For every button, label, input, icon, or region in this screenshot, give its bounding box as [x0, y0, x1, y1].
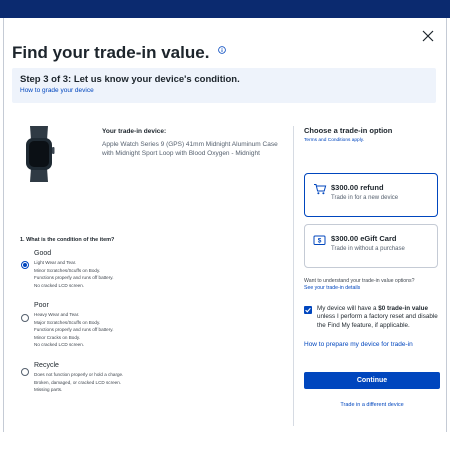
detail-line: Minor Cracks on Body. [34, 334, 81, 340]
detail-line: Major Scratches/Scuffs on Body. [34, 319, 101, 325]
info-icon[interactable] [218, 46, 226, 54]
device-name: Apple Watch Series 9 (GPS) 41mm Midnight… [102, 141, 278, 157]
radio-good[interactable] [21, 261, 29, 269]
detail-line: Missing parts. [34, 387, 63, 393]
detail-line: Functions properly and runs off battery. [34, 327, 114, 333]
continue-button[interactable]: Continue [304, 372, 440, 389]
detail-line: Heavy Wear and Tear. [34, 312, 80, 317]
condition-option-poor[interactable]: Poor Heavy Wear and Tear. Major Scratche… [20, 302, 290, 352]
svg-text:$: $ [318, 238, 322, 245]
modal-title-row: Find your trade-in value. [12, 43, 226, 63]
detail-line: No cracked LCD screen. [34, 342, 85, 348]
egift-card-option[interactable]: $ $300.00 eGift Card Trade in without a … [304, 224, 438, 268]
radio-poor[interactable] [21, 314, 29, 322]
step-title: Step 3 of 3: Let us know your device's c… [20, 74, 240, 85]
option-subtitle: Trade in for a new device [331, 195, 399, 201]
detail-line: Does not function properly or hold a cha… [34, 372, 124, 377]
page-footer-band [0, 432, 450, 450]
trade-in-modal: Find your trade-in value. Step 3 of 3: L… [3, 18, 447, 432]
terms-link[interactable]: Terms and Conditions apply. [304, 138, 364, 143]
option-title: $300.00 refund [331, 183, 384, 192]
option-subtitle: Trade in without a purchase [331, 246, 405, 252]
cart-icon [314, 184, 327, 195]
close-icon[interactable] [422, 30, 434, 42]
trade-option-heading: Choose a trade-in option [304, 126, 393, 135]
value-options-note: Want to understand your trade-in value o… [304, 278, 440, 292]
radio-recycle[interactable] [21, 368, 29, 376]
condition-name: Poor [34, 302, 49, 309]
condition-name: Good [34, 250, 52, 257]
condition-question: 1. What is the condition of the item? [20, 237, 115, 243]
different-device-link[interactable]: Trade in a different device [304, 402, 440, 408]
detail-line: Broken, damaged, or cracked LCD screen. [34, 379, 122, 385]
condition-details: Does not function properly or hold a cha… [34, 371, 123, 394]
check-text-post: unless I perform a factory reset and dis… [317, 313, 438, 329]
apple-watch-image [26, 126, 55, 182]
condition-name: Recycle [34, 362, 59, 369]
value-options-text: Want to understand your trade-in value o… [304, 278, 415, 284]
trade-in-details-link[interactable]: See your trade-in details [304, 285, 360, 291]
condition-details: Heavy Wear and Tear. Major Scratches/Scu… [34, 311, 114, 349]
refund-option[interactable]: $300.00 refund Trade in for a new device [304, 173, 438, 217]
page-header-band [0, 0, 450, 18]
prepare-device-link[interactable]: How to prepare my device for trade-in [304, 341, 413, 348]
check-text-bold: $0 trade-in value [378, 305, 428, 312]
detail-line: No cracked LCD screen. [34, 282, 85, 288]
dollar-card-icon: $ [313, 235, 326, 245]
condition-details: Light Wear and Tear. Minor Scratches/Scu… [34, 259, 114, 289]
factory-reset-text: My device will have a $0 trade-in value … [317, 305, 441, 330]
detail-line: Minor Scratches/Scuffs on Body. [34, 267, 101, 273]
detail-line: Functions properly and runs off battery. [34, 275, 114, 281]
step-banner: Step 3 of 3: Let us know your device's c… [12, 68, 436, 103]
condition-option-good[interactable]: Good Light Wear and Tear. Minor Scratche… [20, 250, 290, 292]
detail-line: Light Wear and Tear. [34, 260, 77, 265]
option-title: $300.00 eGift Card [331, 234, 397, 243]
page-title: Find your trade-in value. [12, 43, 210, 62]
column-divider [293, 126, 294, 426]
check-text-pre: My device will have a [317, 305, 379, 312]
condition-option-recycle[interactable]: Recycle Does not function properly or ho… [20, 362, 290, 396]
device-label: Your trade-in device: [102, 128, 167, 135]
factory-reset-checkbox[interactable] [304, 306, 312, 314]
grade-device-link[interactable]: How to grade your device [20, 87, 428, 94]
